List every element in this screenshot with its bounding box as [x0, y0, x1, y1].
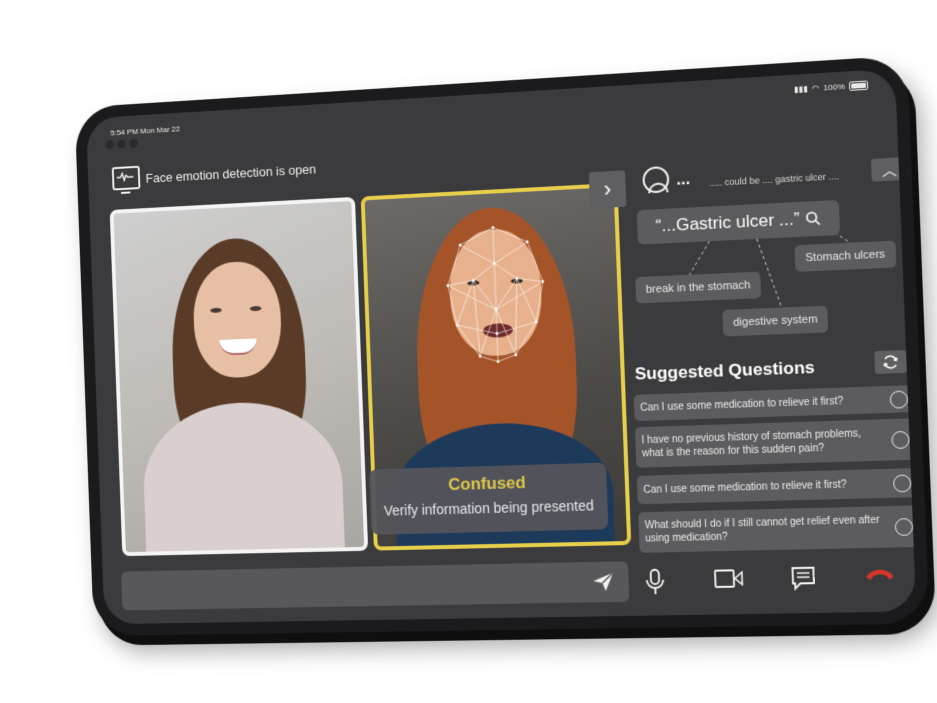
- question-text: Can I use some medication to relieve it …: [640, 395, 844, 414]
- keyword-chip[interactable]: break in the stomach: [635, 271, 762, 304]
- suggested-question[interactable]: What should I do if I still cannot get r…: [638, 505, 917, 553]
- suggested-question[interactable]: I have no previous history of stomach pr…: [634, 418, 917, 468]
- question-radio[interactable]: [892, 473, 912, 493]
- keyword-chip[interactable]: digestive system: [722, 305, 829, 337]
- app-screen: 5:54 PM Mon Mar 22 ▮▮▮ ◠ 100% Face emoti…: [86, 68, 917, 625]
- chat-icon[interactable]: [790, 566, 816, 591]
- refresh-icon: [882, 353, 900, 370]
- keyword-main-label: “...Gastric ulcer ...”: [655, 209, 800, 236]
- tablet-device: 5:54 PM Mon Mar 22 ▮▮▮ ◠ 100% Face emoti…: [74, 55, 930, 636]
- search-icon[interactable]: [806, 211, 821, 226]
- hang-up-icon[interactable]: [864, 564, 897, 585]
- question-text: I have no previous history of stomach pr…: [641, 428, 862, 460]
- refresh-button[interactable]: [874, 350, 907, 374]
- keyword-chip[interactable]: Stomach ulcers: [794, 240, 897, 273]
- video-camera-icon[interactable]: [714, 567, 744, 590]
- microphone-icon[interactable]: [644, 569, 665, 596]
- question-text: Can I use some medication to relieve it …: [643, 478, 847, 496]
- send-icon[interactable]: [592, 572, 615, 593]
- question-text: What should I do if I still cannot get r…: [644, 514, 880, 545]
- question-radio[interactable]: [891, 430, 910, 449]
- question-radio[interactable]: [889, 389, 909, 409]
- question-radio[interactable]: [894, 517, 914, 536]
